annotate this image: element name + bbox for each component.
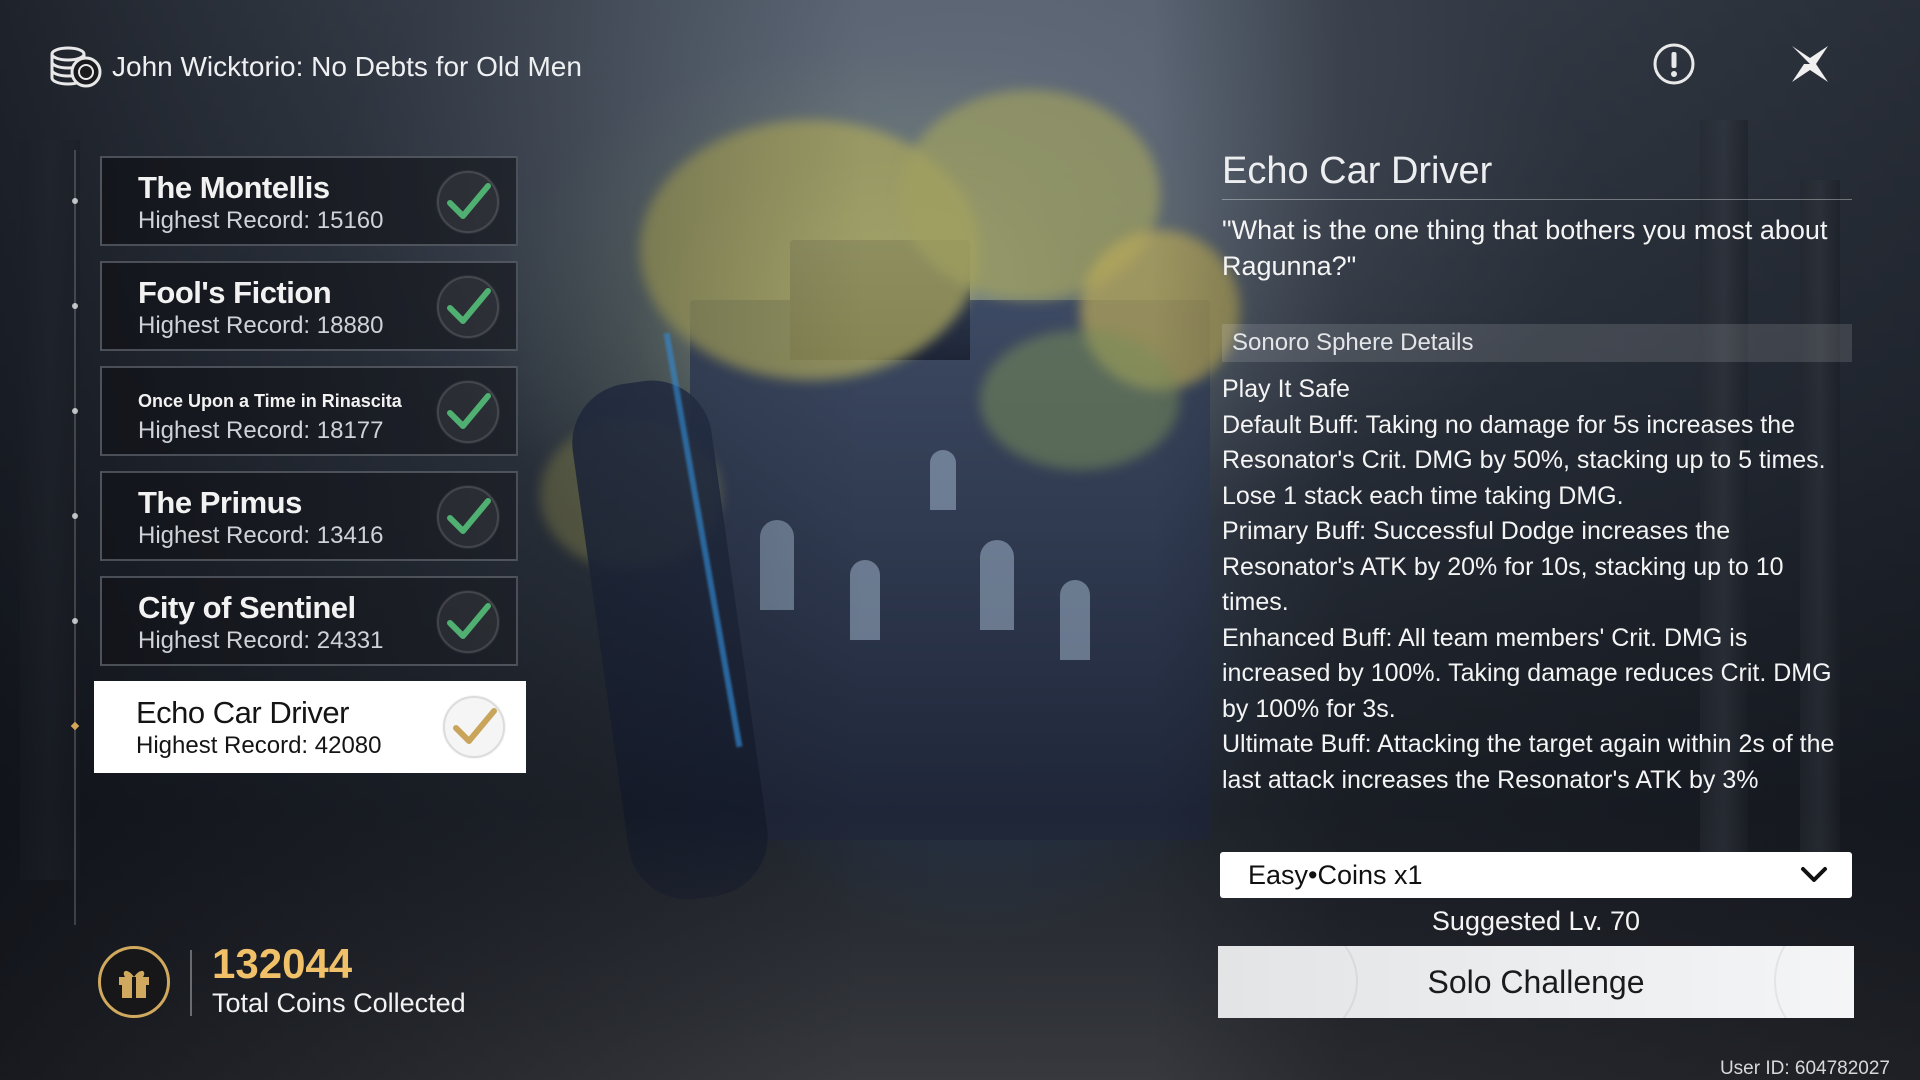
buff-line: Enhanced Buff: All team members' Crit. D… (1222, 623, 1832, 723)
coin-total-label: Total Coins Collected (212, 988, 466, 1018)
buff-description: Play It Safe Default Buff: Taking no dam… (1222, 372, 1852, 798)
suggested-level: Suggested Lv. 70 (1431, 906, 1641, 936)
mission-item-once-upon-a-time[interactable]: Once Upon a Time in Rinascita Highest Re… (100, 366, 518, 456)
checkmark-icon (436, 275, 500, 339)
mission-rail (74, 150, 76, 925)
buff-line: Play It Safe (1222, 375, 1350, 403)
rail-dot (72, 198, 78, 204)
rail-dot-active (70, 721, 80, 731)
coin-stack-icon (48, 44, 102, 90)
close-star-icon (1792, 46, 1828, 82)
rail-dot (72, 618, 78, 624)
mission-list: The Montellis Highest Record: 15160 Fool… (94, 156, 526, 788)
info-button[interactable] (1650, 40, 1698, 88)
checkmark-icon (442, 695, 506, 759)
solo-challenge-button[interactable]: Solo Challenge (1218, 946, 1854, 1018)
mission-item-echo-car-driver[interactable]: Echo Car Driver Highest Record: 42080 (94, 681, 526, 773)
mission-item-fools-fiction[interactable]: Fool's Fiction Highest Record: 18880 (100, 261, 518, 351)
exclamation-icon (1653, 43, 1695, 85)
event-header: John Wicktorio: No Debts for Old Men (48, 44, 582, 90)
difficulty-dropdown[interactable]: Easy•Coins x1 (1220, 852, 1852, 898)
checkmark-icon (436, 590, 500, 654)
mission-item-the-montellis[interactable]: The Montellis Highest Record: 15160 (100, 156, 518, 246)
mission-item-city-of-sentinel[interactable]: City of Sentinel Highest Record: 24331 (100, 576, 518, 666)
user-id: User ID: 604782027 (1719, 1058, 1890, 1079)
difficulty-value: Easy•Coins x1 (1248, 859, 1423, 890)
coin-total: 132044 (212, 940, 353, 987)
buff-line: Ultimate Buff: Attacking the target agai… (1222, 730, 1835, 794)
buff-line: Primary Buff: Successful Dodge increases… (1222, 517, 1784, 616)
checkmark-icon (436, 380, 500, 444)
detail-panel: Echo Car Driver "What is the one thing t… (1222, 150, 1852, 798)
rail-dot (72, 408, 78, 414)
detail-title: Echo Car Driver (1222, 150, 1852, 200)
checkmark-icon (436, 485, 500, 549)
gift-icon (119, 970, 149, 998)
section-header: Sonoro Sphere Details (1222, 324, 1852, 362)
detail-quote: "What is the one thing that bothers you … (1222, 215, 1828, 281)
buff-line: Default Buff: Taking no damage for 5s in… (1222, 410, 1826, 510)
chevron-down-icon (1801, 867, 1827, 882)
gift-button[interactable] (98, 946, 170, 1018)
rail-dot (72, 513, 78, 519)
event-title: John Wicktorio: No Debts for Old Men (112, 51, 582, 82)
close-button[interactable] (1786, 40, 1834, 88)
rail-dot (72, 303, 78, 309)
mission-item-the-primus[interactable]: The Primus Highest Record: 13416 (100, 471, 518, 561)
solo-challenge-label: Solo Challenge (1427, 963, 1645, 1000)
checkmark-icon (436, 170, 500, 234)
coin-divider (190, 950, 192, 1016)
